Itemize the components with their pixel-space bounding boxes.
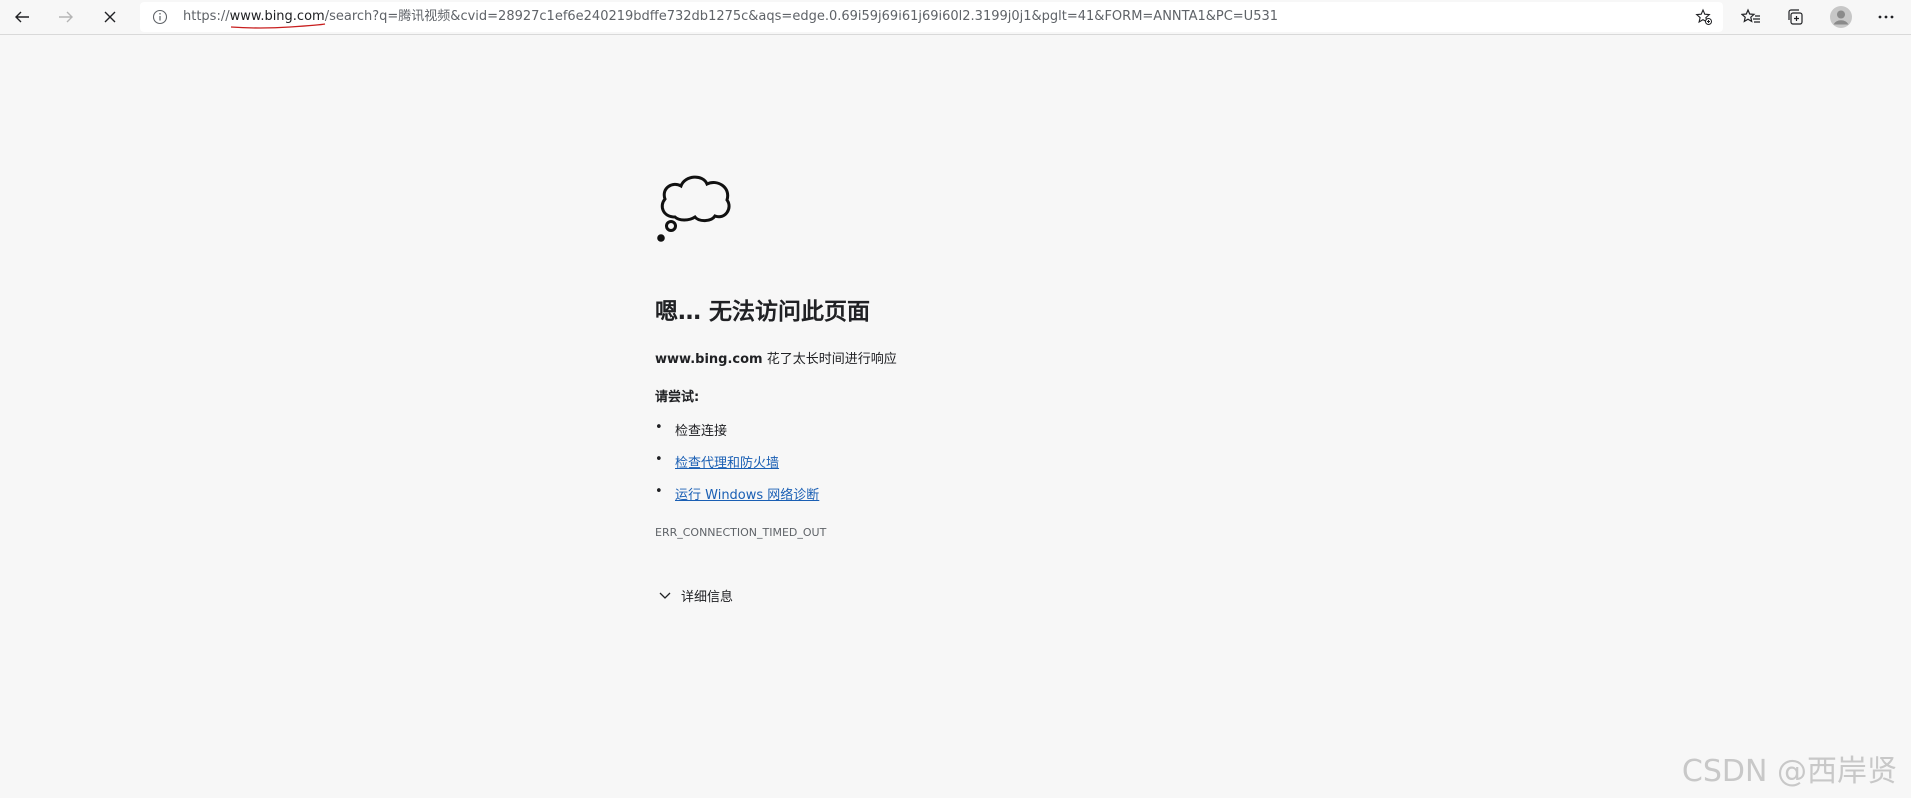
error-host: www.bing.com [655, 352, 763, 367]
stop-loading-button[interactable] [96, 4, 124, 30]
star-add-icon[interactable] [1695, 8, 1713, 26]
url-scheme: https:// [183, 9, 230, 24]
error-summary: www.bing.com 花了太长时间进行响应 [655, 348, 897, 367]
suggestion-check-connection: 检查连接 [675, 424, 728, 439]
more-icon [1878, 15, 1894, 19]
link-check-proxy-firewall[interactable]: 检查代理和防火墙 [675, 452, 779, 471]
address-bar[interactable]: https://www.bing.com/search?q=腾讯视频&cvid=… [140, 2, 1723, 32]
chevron-down-icon [659, 592, 671, 599]
url-path: /search?q=腾讯视频&cvid=28927c1ef6e240219bdf… [324, 9, 1279, 24]
profile-button[interactable] [1827, 4, 1855, 30]
details-toggle[interactable]: 详细信息 [655, 586, 733, 605]
back-button[interactable] [8, 4, 36, 30]
more-button[interactable] [1872, 4, 1900, 30]
bullet: • [655, 484, 663, 499]
watermark: CSDN @西岸贤 [1681, 754, 1897, 789]
try-label: 请尝试: [655, 390, 700, 405]
favorites-button[interactable] [1737, 4, 1765, 30]
error-code: ERR_CONNECTION_TIMED_OUT [655, 526, 827, 539]
browser-toolbar: https://www.bing.com/search?q=腾讯视频&cvid=… [0, 0, 1911, 35]
annotation-underline [230, 23, 325, 29]
collections-button[interactable] [1781, 4, 1809, 30]
info-icon[interactable] [152, 9, 168, 25]
forward-arrow-icon [59, 11, 73, 23]
details-label: 详细信息 [681, 590, 734, 605]
link-run-network-diagnostics[interactable]: 运行 Windows 网络诊断 [675, 484, 819, 503]
forward-button[interactable] [52, 4, 80, 30]
bullet: • [655, 452, 663, 467]
profile-avatar-icon [1830, 6, 1852, 28]
url-host: www.bing.com [230, 9, 325, 29]
thought-cloud-icon [657, 175, 731, 242]
collections-icon [1788, 9, 1803, 25]
close-icon [104, 11, 116, 23]
error-message: 花了太长时间进行响应 [766, 352, 897, 367]
bullet: • [655, 420, 663, 435]
error-title: 嗯… 无法访问此页面 [655, 299, 871, 325]
url-text[interactable]: https://www.bing.com/search?q=腾讯视频&cvid=… [183, 8, 1279, 29]
back-arrow-icon [15, 11, 29, 23]
favorites-icon [1741, 8, 1760, 23]
